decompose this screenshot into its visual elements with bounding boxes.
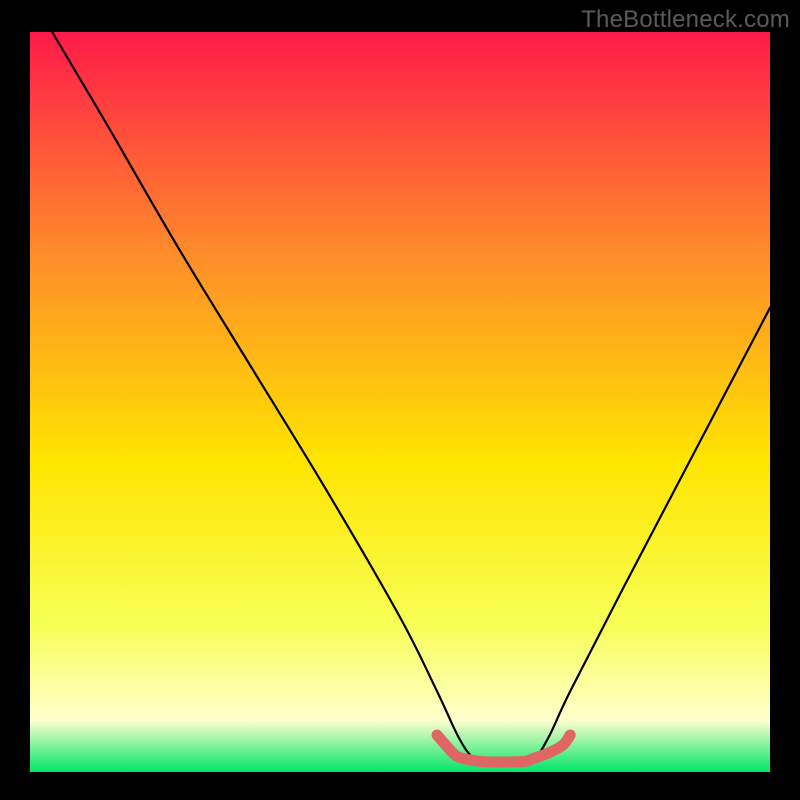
border-right xyxy=(770,0,800,800)
border-left xyxy=(0,0,30,800)
watermark-text: TheBottleneck.com xyxy=(581,6,790,34)
border-bottom xyxy=(0,772,800,800)
gradient-plot-area xyxy=(30,32,770,772)
chart-svg xyxy=(0,0,800,800)
bottleneck-chart: TheBottleneck.com xyxy=(0,0,800,800)
